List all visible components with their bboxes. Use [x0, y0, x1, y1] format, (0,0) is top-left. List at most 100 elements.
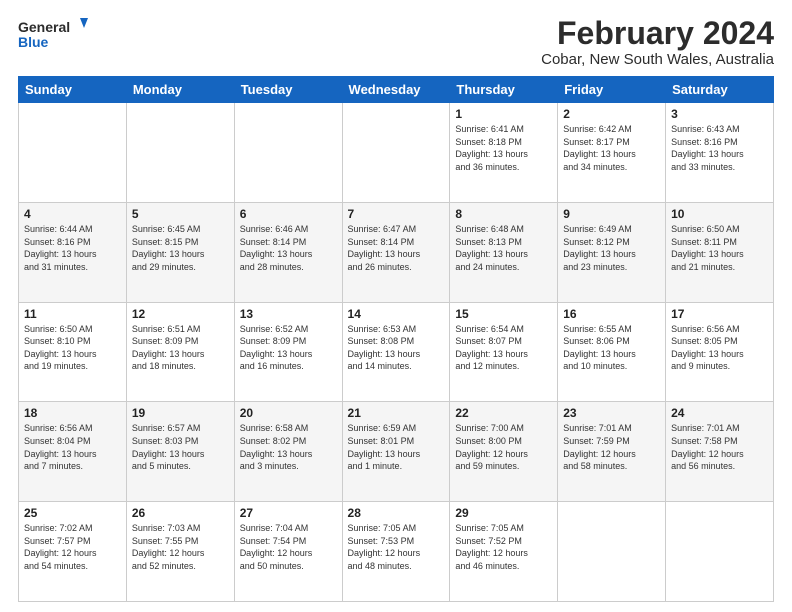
table-row: 19 Sunrise: 6:57 AM Sunset: 8:03 PM Dayli… [126, 402, 234, 502]
col-friday: Friday [558, 77, 666, 103]
subtitle: Cobar, New South Wales, Australia [541, 51, 774, 68]
calendar-week-row: 11 Sunrise: 6:50 AM Sunset: 8:10 PM Dayli… [19, 302, 774, 402]
day-info: Sunrise: 6:50 AM Sunset: 8:11 PM Dayligh… [671, 223, 768, 273]
day-number: 5 [132, 207, 229, 221]
table-row [234, 103, 342, 203]
col-sunday: Sunday [19, 77, 127, 103]
svg-text:Blue: Blue [18, 34, 49, 50]
table-row: 1Sunrise: 6:41 AM Sunset: 8:18 PM Daylig… [450, 103, 558, 203]
col-wednesday: Wednesday [342, 77, 450, 103]
table-row: 11 Sunrise: 6:50 AM Sunset: 8:10 PM Dayli… [19, 302, 127, 402]
day-info: Sunrise: 6:45 AM Sunset: 8:15 PM Dayligh… [132, 223, 229, 273]
day-info: Sunrise: 6:43 AM Sunset: 8:16 PM Dayligh… [671, 123, 768, 173]
day-number: 15 [455, 307, 552, 321]
day-info: Sunrise: 6:57 AM Sunset: 8:03 PM Dayligh… [132, 422, 229, 472]
day-number: 19 [132, 406, 229, 420]
day-info: Sunrise: 7:03 AM Sunset: 7:55 PM Dayligh… [132, 522, 229, 572]
day-number: 23 [563, 406, 660, 420]
day-number: 21 [348, 406, 445, 420]
day-info: Sunrise: 6:53 AM Sunset: 8:08 PM Dayligh… [348, 323, 445, 373]
calendar-week-row: 18 Sunrise: 6:56 AM Sunset: 8:04 PM Dayli… [19, 402, 774, 502]
day-number: 29 [455, 506, 552, 520]
day-number: 18 [24, 406, 121, 420]
day-info: Sunrise: 6:51 AM Sunset: 8:09 PM Dayligh… [132, 323, 229, 373]
table-row: 6Sunrise: 6:46 AM Sunset: 8:14 PM Daylig… [234, 202, 342, 302]
day-number: 7 [348, 207, 445, 221]
day-info: Sunrise: 6:49 AM Sunset: 8:12 PM Dayligh… [563, 223, 660, 273]
day-info: Sunrise: 6:47 AM Sunset: 8:14 PM Dayligh… [348, 223, 445, 273]
day-number: 13 [240, 307, 337, 321]
table-row: 12 Sunrise: 6:51 AM Sunset: 8:09 PM Dayli… [126, 302, 234, 402]
calendar-header-row: Sunday Monday Tuesday Wednesday Thursday… [19, 77, 774, 103]
day-number: 16 [563, 307, 660, 321]
day-number: 22 [455, 406, 552, 420]
day-number: 12 [132, 307, 229, 321]
table-row: 28 Sunrise: 7:05 AM Sunset: 7:53 PM Dayli… [342, 502, 450, 602]
day-number: 2 [563, 107, 660, 121]
day-info: Sunrise: 7:01 AM Sunset: 7:58 PM Dayligh… [671, 422, 768, 472]
day-number: 28 [348, 506, 445, 520]
day-info: Sunrise: 6:44 AM Sunset: 8:16 PM Dayligh… [24, 223, 121, 273]
day-number: 9 [563, 207, 660, 221]
day-number: 6 [240, 207, 337, 221]
day-number: 27 [240, 506, 337, 520]
table-row: 14 Sunrise: 6:53 AM Sunset: 8:08 PM Dayli… [342, 302, 450, 402]
day-number: 25 [24, 506, 121, 520]
table-row [19, 103, 127, 203]
day-number: 26 [132, 506, 229, 520]
table-row: 18 Sunrise: 6:56 AM Sunset: 8:04 PM Dayli… [19, 402, 127, 502]
main-title: February 2024 [541, 16, 774, 51]
table-row: 20Sunrise: 6:58 AM Sunset: 8:02 PM Dayli… [234, 402, 342, 502]
logo: General Blue [18, 16, 88, 52]
table-row: 17 Sunrise: 6:56 AM Sunset: 8:05 PM Dayli… [666, 302, 774, 402]
title-block: February 2024 Cobar, New South Wales, Au… [541, 16, 774, 68]
table-row: 26 Sunrise: 7:03 AM Sunset: 7:55 PM Dayli… [126, 502, 234, 602]
day-info: Sunrise: 7:00 AM Sunset: 8:00 PM Dayligh… [455, 422, 552, 472]
day-info: Sunrise: 7:05 AM Sunset: 7:53 PM Dayligh… [348, 522, 445, 572]
day-info: Sunrise: 7:04 AM Sunset: 7:54 PM Dayligh… [240, 522, 337, 572]
day-info: Sunrise: 6:56 AM Sunset: 8:05 PM Dayligh… [671, 323, 768, 373]
day-number: 17 [671, 307, 768, 321]
table-row [558, 502, 666, 602]
col-tuesday: Tuesday [234, 77, 342, 103]
table-row: 25 Sunrise: 7:02 AM Sunset: 7:57 PM Dayli… [19, 502, 127, 602]
day-info: Sunrise: 6:50 AM Sunset: 8:10 PM Dayligh… [24, 323, 121, 373]
table-row: 22 Sunrise: 7:00 AM Sunset: 8:00 PM Dayli… [450, 402, 558, 502]
table-row [126, 103, 234, 203]
table-row: 21 Sunrise: 6:59 AM Sunset: 8:01 PM Dayli… [342, 402, 450, 502]
day-number: 3 [671, 107, 768, 121]
day-number: 8 [455, 207, 552, 221]
table-row: 29Sunrise: 7:05 AM Sunset: 7:52 PM Dayli… [450, 502, 558, 602]
table-row [342, 103, 450, 203]
col-thursday: Thursday [450, 77, 558, 103]
calendar-table: Sunday Monday Tuesday Wednesday Thursday… [18, 76, 774, 602]
table-row: 2 Sunrise: 6:42 AM Sunset: 8:17 PM Daylig… [558, 103, 666, 203]
table-row: 23 Sunrise: 7:01 AM Sunset: 7:59 PM Dayli… [558, 402, 666, 502]
table-row: 13Sunrise: 6:52 AM Sunset: 8:09 PM Dayli… [234, 302, 342, 402]
day-number: 14 [348, 307, 445, 321]
table-row: 8 Sunrise: 6:48 AM Sunset: 8:13 PM Daylig… [450, 202, 558, 302]
day-info: Sunrise: 6:59 AM Sunset: 8:01 PM Dayligh… [348, 422, 445, 472]
day-info: Sunrise: 7:01 AM Sunset: 7:59 PM Dayligh… [563, 422, 660, 472]
table-row: 5 Sunrise: 6:45 AM Sunset: 8:15 PM Daylig… [126, 202, 234, 302]
table-row: 15 Sunrise: 6:54 AM Sunset: 8:07 PM Dayli… [450, 302, 558, 402]
day-info: Sunrise: 6:42 AM Sunset: 8:17 PM Dayligh… [563, 123, 660, 173]
header: General Blue February 2024 Cobar, New So… [18, 16, 774, 68]
table-row: 4Sunrise: 6:44 AM Sunset: 8:16 PM Daylig… [19, 202, 127, 302]
table-row: 3 Sunrise: 6:43 AM Sunset: 8:16 PM Daylig… [666, 103, 774, 203]
day-number: 1 [455, 107, 552, 121]
day-info: Sunrise: 6:54 AM Sunset: 8:07 PM Dayligh… [455, 323, 552, 373]
day-info: Sunrise: 6:56 AM Sunset: 8:04 PM Dayligh… [24, 422, 121, 472]
page: General Blue February 2024 Cobar, New So… [0, 0, 792, 612]
day-number: 10 [671, 207, 768, 221]
calendar-week-row: 25 Sunrise: 7:02 AM Sunset: 7:57 PM Dayli… [19, 502, 774, 602]
table-row: 10 Sunrise: 6:50 AM Sunset: 8:11 PM Dayli… [666, 202, 774, 302]
table-row: 27 Sunrise: 7:04 AM Sunset: 7:54 PM Dayli… [234, 502, 342, 602]
day-info: Sunrise: 6:55 AM Sunset: 8:06 PM Dayligh… [563, 323, 660, 373]
day-number: 24 [671, 406, 768, 420]
day-number: 11 [24, 307, 121, 321]
day-info: Sunrise: 7:02 AM Sunset: 7:57 PM Dayligh… [24, 522, 121, 572]
day-info: Sunrise: 6:48 AM Sunset: 8:13 PM Dayligh… [455, 223, 552, 273]
table-row: 9 Sunrise: 6:49 AM Sunset: 8:12 PM Daylig… [558, 202, 666, 302]
table-row [666, 502, 774, 602]
